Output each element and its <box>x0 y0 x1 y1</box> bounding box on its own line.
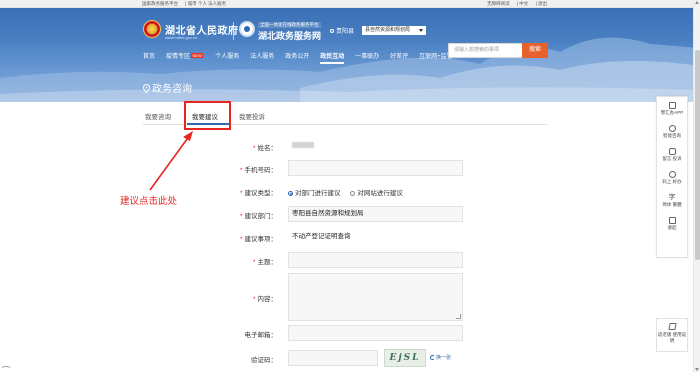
nav-home[interactable]: 首页 <box>143 51 155 60</box>
email-field[interactable] <box>288 325 463 341</box>
captcha-image[interactable]: EjSL <box>384 349 426 367</box>
location-switch[interactable]: 贵阳县 <box>330 26 354 35</box>
elderly-mode-button[interactable]: 适老版 使用说明 <box>656 318 688 352</box>
radio-unchecked-icon <box>350 191 356 196</box>
name-label: * 姓名： <box>252 145 277 152</box>
phone-label: * 手机号码： <box>239 167 277 174</box>
resize-handle-icon[interactable] <box>456 314 461 319</box>
header-banner: 湖北省人民政府 www.hubei.gov.cn 全国一体化在线政务服务平台 湖… <box>0 8 700 102</box>
suggestion-type-radios: 对部门进行建议 对网站进行建议 <box>288 187 411 197</box>
location-label: 贵阳县 <box>336 29 355 35</box>
sidebar-item-language[interactable]: 字简体 繁體 <box>657 194 687 208</box>
nav-epidemic[interactable]: 疫情专区 NEW <box>166 51 204 60</box>
search-button[interactable]: 搜索 <box>522 43 548 58</box>
department-label: * 建议部门： <box>239 213 277 220</box>
page-title: 政务咨询 <box>143 80 192 95</box>
service-platform-name[interactable]: 湖北政务服务网 <box>258 29 321 42</box>
content-textarea[interactable] <box>288 273 463 321</box>
content-label: * 内容： <box>252 296 277 303</box>
scroll-down-arrow-icon[interactable] <box>695 368 699 371</box>
nav-open-government[interactable]: 政务公开 <box>285 51 309 60</box>
matter-label: * 建议事项： <box>239 236 277 243</box>
top-link-language[interactable]: | 中文 <box>517 1 528 6</box>
top-link-national-platform[interactable]: 国家政务服务平台 <box>142 1 178 6</box>
logo-divider <box>233 22 234 40</box>
chat-icon <box>668 148 676 155</box>
tab-complain[interactable]: 我要投诉 <box>239 111 265 121</box>
top-utility-bar: 国家政务服务平台 | 城市 个人 法人服务 无障碍阅读 | 中文 | 退出 <box>0 0 700 8</box>
phone-field[interactable] <box>288 160 463 176</box>
sidebar-item-quick-handle[interactable]: 码上 好办 <box>657 171 687 185</box>
top-link-accessibility[interactable]: 无障碍阅读 <box>487 1 510 6</box>
form-row-name: * 姓名： <box>190 138 465 154</box>
main-nav: 首页 疫情专区 NEW 个人服务 法人服务 政务公开 政民互动 一事联办 好差评 … <box>143 51 462 64</box>
matter-field[interactable]: 不动产登记证明查询 <box>288 229 463 245</box>
page-scrollbar[interactable] <box>693 0 700 372</box>
scroll-thumb[interactable] <box>695 50 700 260</box>
top-left-links: 国家政务服务平台 | 城市 个人 法人服务 <box>142 1 232 7</box>
captcha-field[interactable] <box>288 350 378 366</box>
nav-ratings[interactable]: 好差评 <box>390 51 408 60</box>
nav-corporate-services[interactable]: 法人服务 <box>250 51 274 60</box>
form-row-email: 电子邮箱： <box>190 325 465 341</box>
nav-public-interaction[interactable]: 政民互动 <box>320 51 345 64</box>
search-input[interactable]: 请输入想搜索的事项 <box>448 43 523 58</box>
national-emblem-logo[interactable] <box>143 20 161 38</box>
department-select[interactable]: 县自然资源和规划局 <box>362 26 426 35</box>
nav-one-stop[interactable]: 一事联办 <box>355 51 379 60</box>
radio-department[interactable]: 对部门进行建议 <box>288 187 341 197</box>
radio-checked-icon <box>288 191 293 196</box>
phone-icon <box>668 102 676 109</box>
name-field[interactable] <box>288 138 463 154</box>
nav-personal-services[interactable]: 个人服务 <box>215 51 239 60</box>
floating-sidebar: 鄂汇办APP 智能咨询 留言 投诉 码上 好办 字简体 繁體 收起 <box>656 96 688 258</box>
pen-icon <box>667 323 677 330</box>
collapse-icon <box>668 217 676 224</box>
chevron-down-icon <box>419 29 423 32</box>
highlight-box <box>184 101 231 130</box>
headset-icon <box>668 125 676 132</box>
clock-icon <box>668 171 676 178</box>
service-platform-logo[interactable] <box>239 21 255 37</box>
department-field[interactable]: 枣阳县自然资源和规划局 <box>288 206 463 222</box>
sidebar-item-app[interactable]: 鄂汇办APP <box>657 102 687 116</box>
captcha-refresh[interactable]: 换一张 <box>430 354 451 361</box>
loading-arc-icon <box>1 366 11 371</box>
email-label: 电子邮箱： <box>244 332 278 339</box>
service-platform-tagline: 全国一体化在线政务服务平台 <box>258 22 321 28</box>
scroll-up-arrow-icon[interactable] <box>695 1 699 4</box>
top-link-services[interactable]: | 城市 个人 法人服务 <box>185 1 226 6</box>
form-row-matter: * 建议事项： 不动产登记证明查询 <box>190 229 465 245</box>
form-row-subject: * 主题： <box>190 252 465 268</box>
location-pin-icon <box>330 29 334 34</box>
refresh-icon <box>430 355 435 360</box>
subject-label: * 主题： <box>252 259 277 266</box>
sidebar-item-collapse[interactable]: 收起 <box>657 217 687 231</box>
top-right-links: 无障碍阅读 | 中文 | 退出 <box>481 1 547 7</box>
form-row-content: * 内容： <box>190 273 465 321</box>
text-language-icon: 字 <box>668 194 676 201</box>
top-link-logout[interactable]: | 退出 <box>536 1 547 6</box>
new-badge: NEW <box>190 53 204 58</box>
form-row-phone: * 手机号码： <box>190 160 465 176</box>
page-title-text: 政务咨询 <box>152 84 192 95</box>
form-row-department: * 建议部门： 枣阳县自然资源和规划局 <box>190 206 465 222</box>
radio-website[interactable]: 对网站进行建议 <box>350 187 403 197</box>
sidebar-item-smart-consult[interactable]: 智能咨询 <box>657 125 687 139</box>
tab-consult[interactable]: 我要咨询 <box>145 111 171 121</box>
captcha-label: 验证码： <box>251 357 277 364</box>
form-row-type: * 建议类型： 对部门进行建议 对网站进行建议 <box>190 183 465 199</box>
sidebar-item-message[interactable]: 留言 投诉 <box>657 148 687 162</box>
redacted-name <box>292 142 314 148</box>
subject-field[interactable] <box>288 252 463 268</box>
type-label: * 建议类型： <box>239 190 277 197</box>
form-row-captcha: 验证码： EjSL 换一张 <box>190 349 465 367</box>
department-select-value: 县自然资源和规划局 <box>365 27 411 33</box>
annotation-text: 建议点击此处 <box>120 196 178 207</box>
gov-url: www.hubei.gov.cn <box>165 35 197 40</box>
location-pin-icon <box>143 84 150 93</box>
